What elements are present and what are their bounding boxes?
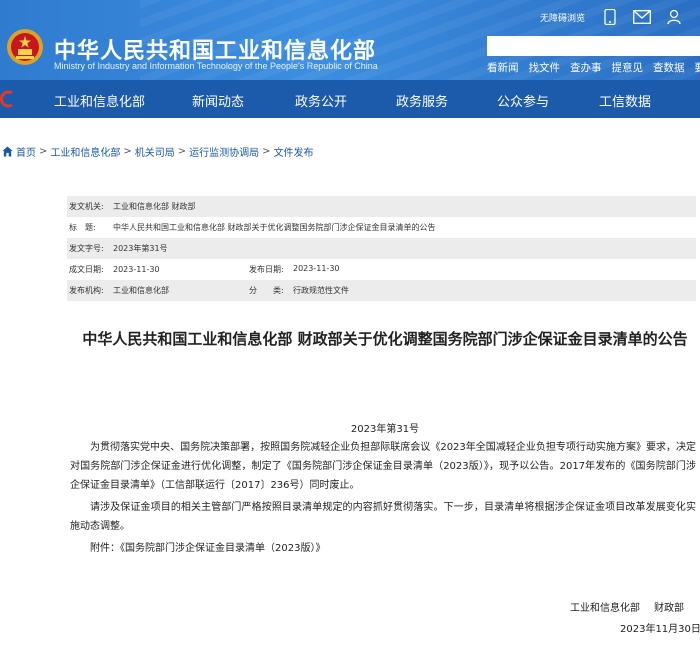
breadcrumb-miit[interactable]: 工业和信息化部 [50,144,120,159]
breadcrumb: 首页 > 工业和信息化部 > 机关司局 > 运行监测协调局 > 文件发布 [2,143,314,159]
breadcrumb-bureau[interactable]: 运行监测协调局 [189,144,259,159]
info-value: 中华人民共和国工业和信息化部 财政部关于优化调整国务院部门涉企保证金目录清单的公… [113,223,436,232]
home-icon [2,145,13,157]
breadcrumb-separator: > [39,145,48,157]
info-row-doc-number: 发文字号: 2023年第31号 [67,238,696,259]
info-label: 成文日期: [69,265,104,274]
info-value: 行政规范性文件 [293,286,349,295]
article-title: 中华人民共和国工业和信息化部 财政部关于优化调整国务院部门涉企保证金目录清单的公… [82,330,688,348]
quick-link-feedback[interactable]: 提意见 [612,60,644,75]
article-attachment-link[interactable]: 附件：《国务院部门涉企保证金目录清单（2023版）》 [70,539,696,558]
national-emblem-icon[interactable] [6,28,44,66]
breadcrumb-separator: > [177,145,187,157]
breadcrumb-file-release[interactable]: 文件发布 [274,144,314,159]
quick-link-data[interactable]: 查数据 [653,60,685,75]
mail-icon[interactable] [633,9,651,25]
breadcrumb-separator: > [262,145,271,157]
breadcrumb-separator: > [123,145,132,157]
search-input[interactable] [487,36,700,56]
quick-links: 看新闻 找文件 查办事 提意见 查数据 要 [487,60,700,75]
nav-item-gov-services[interactable]: 政务服务 [396,91,448,110]
accessibility-link[interactable]: 无障碍浏览 [540,11,585,24]
info-label: 发文字号: [69,244,104,253]
site-header: 中华人民共和国工业和信息化部 Ministry of Industry and … [0,0,700,118]
user-icon[interactable] [667,9,681,25]
nav-item-public[interactable]: 公众参与 [497,91,549,110]
mobile-icon[interactable] [603,9,617,25]
info-published-group: 发布日期: 2023-11-30 [247,264,340,275]
nav-item-news[interactable]: 新闻动态 [192,91,244,110]
nav-item-miit[interactable]: 工业和信息化部 [54,91,145,110]
info-value: 工业和信息化部 [113,286,169,295]
signature-org-mof: 财政部 [654,603,684,614]
info-category-group: 分 类: 行政规范性文件 [247,285,349,296]
info-value: 2023-11-30 [293,264,340,273]
article-doc-number: 2023年第31号 [350,424,420,435]
quick-link-news[interactable]: 看新闻 [487,60,519,75]
document-info-table: 发文机关: 工业和信息化部 财政部 标 题: 中华人民共和国工业和信息化部 财政… [67,196,696,301]
nav-item-data[interactable]: 工信数据 [599,91,651,110]
signature-date: 2023年11月30日 [620,624,700,635]
info-label: 发布日期: [249,265,284,274]
quick-link-more[interactable]: 要 [695,60,700,75]
info-value: 工业和信息化部 财政部 [113,202,196,211]
breadcrumb-home[interactable]: 首页 [16,144,36,159]
info-value: 2023-11-30 [113,265,160,274]
info-row-title: 标 题: 中华人民共和国工业和信息化部 财政部关于优化调整国务院部门涉企保证金目… [67,217,696,238]
signature-org-miit: 工业和信息化部 [570,603,640,614]
top-utilities: 无障碍浏览 [540,6,697,28]
article-paragraph: 为贯彻落实党中央、国务院决策部署，按照国务院减轻企业负担部际联席会议《2023年… [70,442,696,491]
quick-link-services[interactable]: 查办事 [570,60,602,75]
info-label: 发文机关: [69,202,104,211]
site-subtitle: Ministry of Industry and Information Tec… [54,61,378,71]
info-value: 2023年第31号 [113,244,168,253]
quick-link-files[interactable]: 找文件 [529,60,561,75]
main-nav: 工业和信息化部 新闻动态 政务公开 政务服务 公众参与 工信数据 [0,80,700,118]
info-label: 标 题: [69,223,96,232]
article-paragraph: 请涉及保证金项目的相关主管部门严格按照目录清单规定的内容抓好贯彻落实。下一步，目… [70,502,696,532]
info-row-publisher: 发布机构: 工业和信息化部 分 类: 行政规范性文件 [67,280,696,301]
info-label: 发布机构: [69,286,104,295]
info-label: 分 类: [249,286,284,295]
info-row-issuer: 发文机关: 工业和信息化部 财政部 [67,196,696,217]
info-row-dates: 成文日期: 2023-11-30 发布日期: 2023-11-30 [67,259,696,280]
nav-logo-icon [0,90,13,108]
signature-organizations: 工业和信息化部 财政部 [570,599,684,614]
nav-item-gov-affairs[interactable]: 政务公开 [295,91,347,110]
breadcrumb-departments[interactable]: 机关司局 [135,144,175,159]
